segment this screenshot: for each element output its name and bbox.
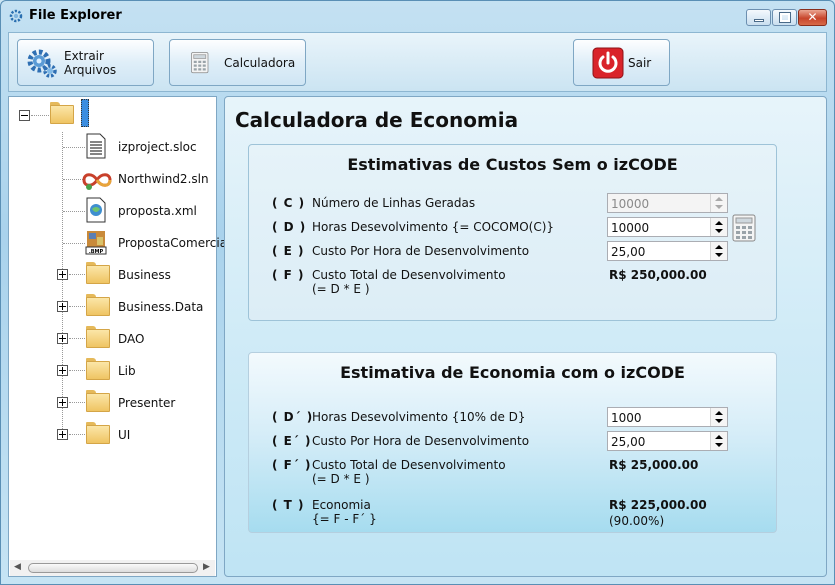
sair-label: Sair	[628, 55, 652, 70]
expand-toggle[interactable]	[57, 269, 68, 280]
expand-toggle[interactable]	[57, 333, 68, 344]
row-key: ( E´ )	[272, 434, 312, 448]
row-label: Custo Total de Desenvolvimento (= D * E …	[312, 268, 506, 296]
tree-folder-item[interactable]: Presenter	[118, 396, 175, 410]
expand-toggle[interactable]	[57, 429, 68, 440]
calculadora-button[interactable]: Calculadora	[169, 39, 306, 86]
row-label: Horas Desevolvimento {10% de D}	[312, 410, 526, 424]
folder-icon	[86, 358, 110, 380]
card-title: Estimativas de Custos Sem o izCODE	[347, 155, 678, 174]
calculator-icon	[191, 51, 209, 73]
linhas-geradas-input: 10000	[607, 193, 728, 213]
row-label: Custo Por Hora de Desenvolvimento	[312, 244, 530, 258]
estimate-without-izcode-card: Estimativas de Custos Sem o izCODE ( C )…	[248, 144, 777, 321]
spin-buttons[interactable]	[710, 242, 727, 260]
row-key: ( F´ )	[272, 458, 312, 472]
expand-toggle[interactable]	[57, 365, 68, 376]
row-key: ( D´ )	[272, 410, 314, 424]
horas-desenvolvimento-input[interactable]: 10000	[607, 217, 728, 237]
row-key: ( T )	[272, 498, 305, 512]
scroll-right-icon[interactable]: ▶	[203, 562, 210, 572]
tree-folder-item[interactable]: DAO	[118, 332, 144, 346]
window-title: File Explorer	[29, 8, 122, 23]
row-key: ( E )	[272, 244, 305, 258]
power-icon	[592, 47, 624, 78]
tree-file-item[interactable]: izproject.sloc	[118, 140, 197, 154]
custo-total-izcode-value: R$ 25,000.00	[609, 458, 699, 472]
scrollbar-thumb[interactable]	[28, 563, 198, 573]
spin-buttons[interactable]	[710, 408, 727, 426]
row-label: Horas Desevolvimento {= COCOMO(C)}	[312, 220, 555, 234]
folder-icon	[86, 294, 110, 316]
spin-buttons	[710, 194, 727, 212]
close-icon: ✕	[807, 10, 818, 24]
tree-file-item[interactable]: proposta.xml	[118, 204, 197, 218]
sair-button[interactable]: Sair	[573, 39, 670, 86]
expand-toggle[interactable]	[57, 397, 68, 408]
custo-hora-izcode-input[interactable]: 25,00	[607, 431, 728, 451]
xml-file-icon	[86, 197, 106, 223]
bmp-file-icon: .BMP	[85, 231, 107, 255]
tree-connector	[62, 132, 63, 435]
spin-buttons[interactable]	[710, 218, 727, 236]
tree-folder-item[interactable]: Business	[118, 268, 171, 282]
row-key: ( C )	[272, 196, 306, 210]
custo-hora-input[interactable]: 25,00	[607, 241, 728, 261]
savings-with-izcode-card: Estimativa de Economia com o izCODE ( D´…	[248, 352, 777, 533]
tree-folder-item[interactable]: Business.Data	[118, 300, 203, 314]
root-collapse-toggle[interactable]	[19, 110, 30, 121]
row-label: Número de Linhas Geradas	[312, 196, 476, 210]
file-tree[interactable]: izproject.sloc Northwind2.sln proposta.x…	[8, 96, 242, 577]
document-icon	[86, 133, 106, 159]
row-label: Custo Total de Desenvolvimento (= D * E …	[312, 458, 506, 486]
folder-icon	[86, 422, 110, 444]
minimize-icon	[754, 19, 764, 22]
card-title: Estimativa de Economia com o izCODE	[340, 363, 685, 382]
calculator-panel: Calculadora de Economia Estimativas de C…	[224, 96, 827, 577]
calculator-icon[interactable]	[732, 214, 756, 242]
horas-desenvolvimento-izcode-input[interactable]: 1000	[607, 407, 728, 427]
row-key: ( D )	[272, 220, 307, 234]
maximize-icon	[779, 12, 791, 23]
visual-studio-icon	[82, 173, 112, 190]
gears-icon	[27, 49, 57, 78]
file-explorer-window: File Explorer ✕ Extrair Arquivos Calcula…	[0, 0, 835, 585]
title-bar: File Explorer ✕	[1, 1, 834, 31]
tree-folder-item[interactable]: UI	[118, 428, 130, 442]
app-gear-icon	[9, 9, 23, 23]
svg-text:.BMP: .BMP	[89, 249, 104, 255]
expand-toggle[interactable]	[57, 301, 68, 312]
root-label-selected[interactable]	[81, 99, 89, 127]
close-button[interactable]: ✕	[798, 9, 827, 26]
maximize-button[interactable]	[772, 9, 797, 26]
extrair-arquivos-button[interactable]: Extrair Arquivos	[17, 39, 154, 86]
spin-buttons[interactable]	[710, 432, 727, 450]
folder-icon	[86, 262, 110, 284]
tree-folder-item[interactable]: Lib	[118, 364, 136, 378]
folder-icon	[86, 390, 110, 412]
scroll-left-icon[interactable]: ◀	[14, 562, 21, 572]
row-key: ( F )	[272, 268, 305, 282]
tree-file-item[interactable]: Northwind2.sln	[118, 172, 209, 186]
tree-horizontal-scrollbar[interactable]: ◀ ▶	[10, 560, 215, 576]
row-label: Economia {= F - F´ }	[312, 498, 377, 526]
row-label: Custo Por Hora de Desenvolvimento	[312, 434, 530, 448]
minimize-button[interactable]	[746, 9, 771, 26]
page-title: Calculadora de Economia	[235, 108, 519, 132]
custo-total-value: R$ 250,000.00	[609, 268, 707, 282]
extrair-arquivos-label: Extrair Arquivos	[64, 48, 117, 77]
calculadora-label: Calculadora	[224, 55, 296, 70]
toolbar: Extrair Arquivos Calculadora Sair	[8, 32, 827, 92]
root-folder-icon	[50, 102, 74, 124]
economia-value: R$ 225,000.00 (90.00%)	[609, 498, 707, 528]
folder-icon	[86, 326, 110, 348]
